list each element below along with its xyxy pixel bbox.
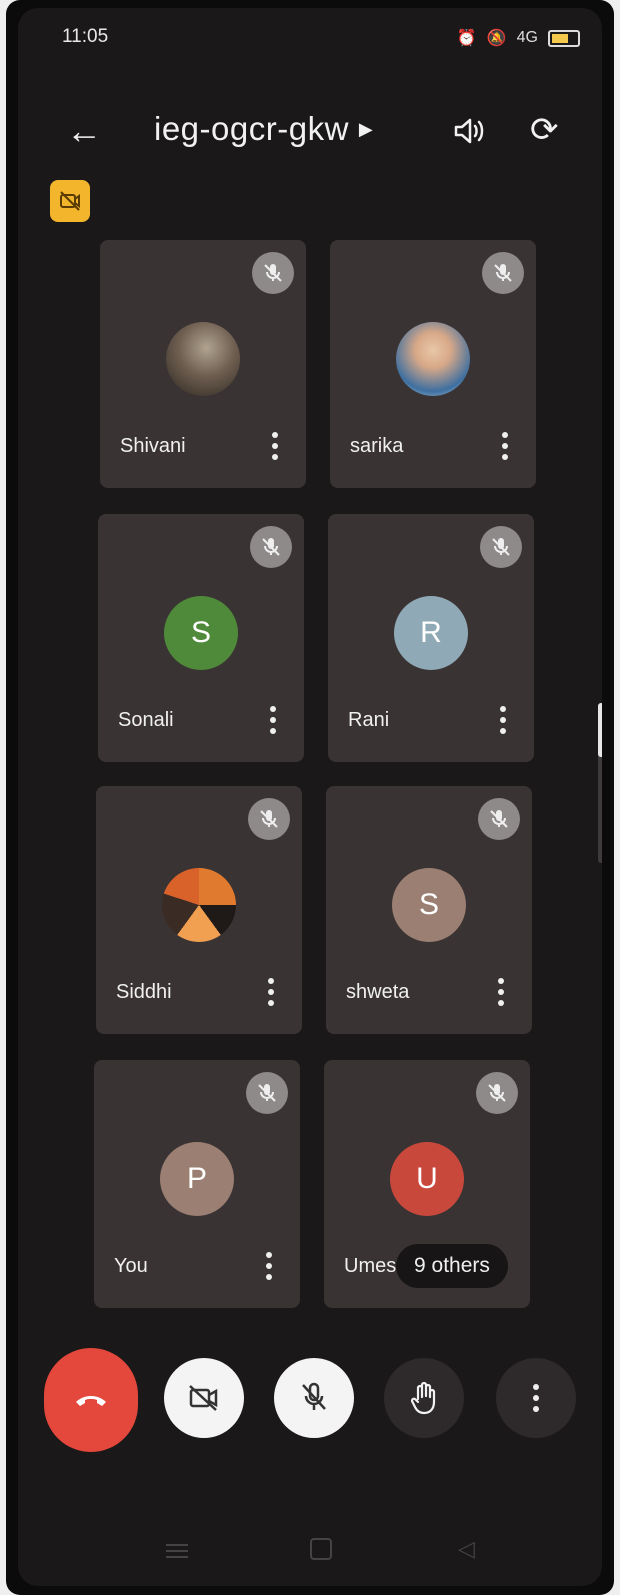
mic-muted-icon xyxy=(248,798,290,840)
camera-toggle-button[interactable] xyxy=(164,1358,244,1438)
participant-name: Shivani xyxy=(120,435,186,457)
participant-name: sarika xyxy=(350,435,404,457)
participant-tile[interactable]: S Sonali xyxy=(98,514,304,762)
status-bar: 11:05 ⏰ 🔕 4G xyxy=(18,26,602,56)
more-vert-icon[interactable] xyxy=(272,432,278,460)
status-icons: ⏰ 🔕 4G xyxy=(457,28,580,48)
switch-camera-icon[interactable]: ⟳ xyxy=(530,110,559,150)
call-header: ← ieg-ogcr-gkw ▶ ⟳ xyxy=(18,104,602,164)
participant-name: You xyxy=(114,1255,148,1277)
participant-initial-avatar: U xyxy=(390,1142,464,1216)
network-label: 4G xyxy=(516,29,538,46)
more-vert-icon xyxy=(533,1384,539,1412)
participant-name: Sonali xyxy=(118,709,174,731)
participant-tile[interactable]: S shweta xyxy=(326,786,532,1034)
menu-icon[interactable] xyxy=(166,1540,188,1562)
more-vert-icon[interactable] xyxy=(270,706,276,734)
mic-muted-icon xyxy=(480,526,522,568)
participant-initial-avatar: S xyxy=(164,596,238,670)
participant-photo-avatar xyxy=(166,322,240,396)
others-chip[interactable]: 9 others xyxy=(396,1244,508,1288)
more-vert-icon[interactable] xyxy=(500,706,506,734)
participant-tile[interactable]: P You xyxy=(94,1060,300,1308)
more-vert-icon[interactable] xyxy=(268,978,274,1006)
more-vert-icon[interactable] xyxy=(498,978,504,1006)
chevron-right-icon: ▶ xyxy=(358,118,373,139)
mic-muted-icon xyxy=(252,252,294,294)
participant-photo-avatar xyxy=(162,868,236,942)
battery-icon xyxy=(548,29,580,47)
scrollbar[interactable] xyxy=(598,703,602,863)
nav-back-icon[interactable]: ◁ xyxy=(458,1536,475,1562)
status-time: 11:05 xyxy=(62,26,109,47)
more-vert-icon[interactable] xyxy=(502,432,508,460)
phone-frame: 11:05 ⏰ 🔕 4G ← ieg-ogcr-gkw ▶ ⟳ Shivani … xyxy=(6,0,614,1595)
participant-tile[interactable]: sarika xyxy=(330,240,536,488)
end-call-button[interactable] xyxy=(44,1348,138,1452)
more-options-button[interactable] xyxy=(496,1358,576,1438)
system-nav-bar: ◁ xyxy=(18,1528,602,1568)
mic-muted-icon xyxy=(246,1072,288,1114)
alarm-icon: ⏰ xyxy=(456,30,477,47)
participant-name: Siddhi xyxy=(116,981,172,1003)
participant-initial-avatar: P xyxy=(160,1142,234,1216)
participant-tile[interactable]: Siddhi xyxy=(96,786,302,1034)
hand-icon xyxy=(410,1381,436,1415)
raise-hand-button[interactable] xyxy=(384,1358,464,1438)
mic-muted-icon xyxy=(478,798,520,840)
mic-muted-icon xyxy=(250,526,292,568)
camera-off-badge-icon xyxy=(50,180,90,222)
home-icon[interactable] xyxy=(310,1538,332,1560)
participant-tile[interactable]: R Rani xyxy=(328,514,534,762)
scrollbar-thumb[interactable] xyxy=(598,703,602,757)
participant-photo-avatar xyxy=(396,322,470,396)
mic-muted-icon xyxy=(482,252,524,294)
video-off-icon xyxy=(189,1385,218,1411)
participant-initial-avatar: S xyxy=(392,868,466,942)
participant-initial-avatar: R xyxy=(394,596,468,670)
mic-toggle-button[interactable] xyxy=(274,1358,354,1438)
mic-off-icon xyxy=(302,1382,326,1410)
mute-notification-icon: 🔕 xyxy=(486,30,507,47)
phone-hangup-icon xyxy=(76,1396,106,1406)
participant-name: shweta xyxy=(346,981,410,1003)
meet-screen: 11:05 ⏰ 🔕 4G ← ieg-ogcr-gkw ▶ ⟳ Shivani … xyxy=(18,8,602,1586)
meeting-code-button[interactable]: ieg-ogcr-gkw ▶ xyxy=(154,110,373,148)
back-arrow-icon[interactable]: ← xyxy=(66,110,102,152)
speaker-icon[interactable] xyxy=(452,116,486,151)
participant-name: Umes xyxy=(344,1255,397,1277)
more-vert-icon[interactable] xyxy=(266,1252,272,1280)
meeting-code: ieg-ogcr-gkw xyxy=(154,110,349,147)
participant-tile[interactable]: U Umes 9 others xyxy=(324,1060,530,1308)
participant-tile[interactable]: Shivani xyxy=(100,240,306,488)
mic-muted-icon xyxy=(476,1072,518,1114)
participant-name: Rani xyxy=(348,709,390,731)
